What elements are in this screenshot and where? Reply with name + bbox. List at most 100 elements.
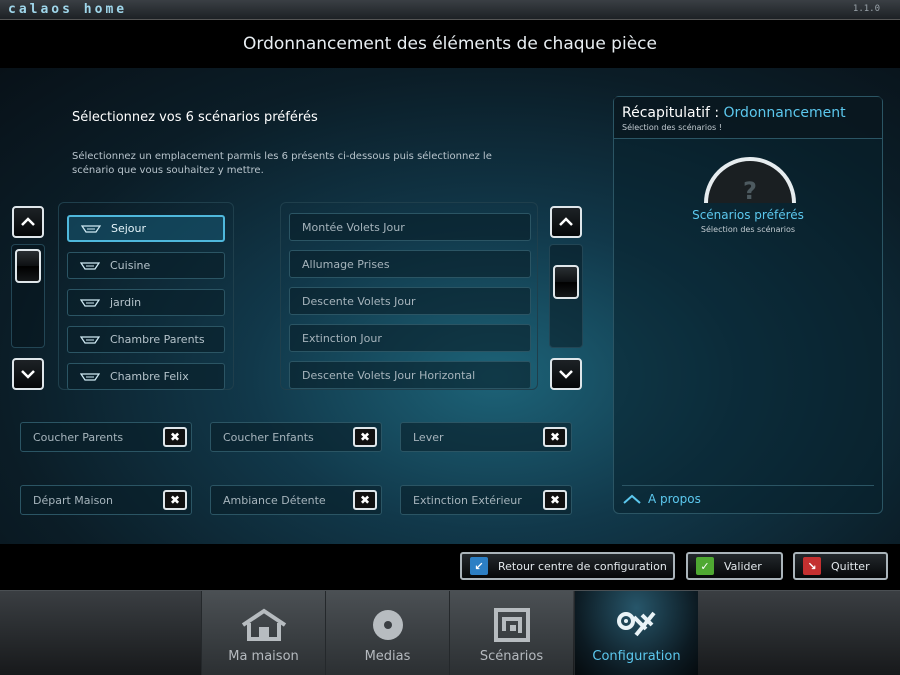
recap-panel: Récapitulatif : Ordonnancement Sélection… <box>613 96 883 514</box>
room-label: Cuisine <box>110 259 151 272</box>
back-label: Retour centre de configuration <box>498 559 667 573</box>
slot-label: Extinction Extérieur <box>413 493 522 507</box>
tab-label: Ma maison <box>228 649 299 664</box>
favorite-slot-3[interactable]: Lever ✖ <box>400 422 572 452</box>
question-mark: ? <box>743 177 757 203</box>
scenarios-scroll-up-button[interactable] <box>550 206 582 238</box>
tab-label: Configuration <box>592 649 681 664</box>
close-icon: ✖ <box>359 430 371 444</box>
recap-sublabel: Sélection des scénarios <box>700 225 796 234</box>
chevron-up-icon <box>21 217 35 226</box>
configuration-icon <box>609 605 665 645</box>
instructions-text: Sélectionnez un emplacement parmis les 6… <box>72 151 492 176</box>
chevron-down-icon <box>21 370 35 379</box>
recap-subtitle: Sélection des scénarios ! <box>622 123 722 132</box>
slot-label: Lever <box>413 430 444 444</box>
section-heading: Sélectionnez vos 6 scénarios préférés <box>72 110 318 125</box>
tab-configuration[interactable]: Configuration <box>574 591 698 675</box>
close-icon: ✖ <box>169 493 181 507</box>
remove-button[interactable]: ✖ <box>543 490 567 510</box>
remove-button[interactable]: ✖ <box>353 490 377 510</box>
rooms-scrollbar-track[interactable] <box>11 244 45 348</box>
app-version: 1.1.0 <box>852 4 880 14</box>
arrow-back-icon: ↙ <box>470 557 488 575</box>
about-label: A propos <box>648 491 701 506</box>
disc-icon <box>360 605 416 645</box>
question-gauge-icon: ? <box>704 157 796 203</box>
scenarios-scroll-down-button[interactable] <box>550 358 582 390</box>
room-icon <box>81 224 101 233</box>
top-bar: calaos home 1.1.0 <box>0 0 900 20</box>
rooms-scroll-up-button[interactable] <box>12 206 44 238</box>
scenario-list: Montée Volets Jour Allumage Prises Desce… <box>280 202 538 390</box>
main-panel: Sélectionnez vos 6 scénarios préférés Sé… <box>0 68 900 544</box>
scenario-icon <box>484 605 540 645</box>
recap-title-prefix: Récapitulatif : <box>622 105 720 121</box>
close-icon: ✖ <box>169 430 181 444</box>
chevron-down-icon <box>559 370 573 379</box>
room-item-jardin[interactable]: jardin <box>67 289 225 316</box>
room-list: Sejour Cuisine jardin Chambre Parents Ch… <box>58 202 234 390</box>
recap-label: Scénarios préférés <box>692 208 804 222</box>
favorite-slot-4[interactable]: Départ Maison ✖ <box>20 485 192 515</box>
tab-label: Scénarios <box>479 649 544 664</box>
tab-medias[interactable]: Medias <box>325 591 449 675</box>
app-logo: calaos home <box>8 2 128 17</box>
recap-title: Récapitulatif : Ordonnancement <box>622 105 846 121</box>
page-title: Ordonnancement des éléments de chaque pi… <box>243 34 657 54</box>
scenario-item[interactable]: Extinction Jour <box>289 324 531 352</box>
favorite-slot-1[interactable]: Coucher Parents ✖ <box>20 422 192 452</box>
slot-label: Ambiance Détente <box>223 493 326 507</box>
slot-label: Départ Maison <box>33 493 114 507</box>
room-item-sejour[interactable]: Sejour <box>67 215 225 242</box>
room-item-chambre-parents[interactable]: Chambre Parents <box>67 326 225 353</box>
scenarios-scrollbar-thumb[interactable] <box>553 265 579 299</box>
room-icon <box>80 261 100 270</box>
room-label: Chambre Parents <box>110 333 205 346</box>
scenario-item[interactable]: Descente Volets Jour Horizontal <box>289 361 531 389</box>
scenario-item[interactable]: Descente Volets Jour <box>289 287 531 315</box>
remove-button[interactable]: ✖ <box>543 427 567 447</box>
remove-button[interactable]: ✖ <box>163 490 187 510</box>
action-bar: ↙ Retour centre de configuration ✓ Valid… <box>0 544 900 590</box>
validate-button[interactable]: ✓ Valider <box>686 552 783 580</box>
remove-button[interactable]: ✖ <box>163 427 187 447</box>
close-icon: ✖ <box>549 493 561 507</box>
scenarios-scrollbar-track[interactable] <box>549 244 583 348</box>
house-icon <box>236 605 292 645</box>
room-label: Chambre Felix <box>110 370 189 383</box>
room-label: Sejour <box>111 222 147 235</box>
slot-label: Coucher Parents <box>33 430 124 444</box>
close-icon: ✖ <box>359 493 371 507</box>
tab-label: Medias <box>364 649 411 664</box>
close-icon: ✖ <box>549 430 561 444</box>
room-icon <box>80 298 100 307</box>
favorite-slot-6[interactable]: Extinction Extérieur ✖ <box>400 485 572 515</box>
room-icon <box>80 335 100 344</box>
quit-button[interactable]: ↘ Quitter <box>793 552 888 580</box>
check-icon: ✓ <box>696 557 714 575</box>
scenario-item[interactable]: Montée Volets Jour <box>289 213 531 241</box>
recap-title-highlight: Ordonnancement <box>723 105 846 121</box>
bottom-nav: Ma maison Medias Scénarios Configuration <box>0 590 900 675</box>
remove-button[interactable]: ✖ <box>353 427 377 447</box>
chevron-up-icon <box>623 494 641 504</box>
tab-scenarios[interactable]: Scénarios <box>449 591 573 675</box>
favorite-slot-2[interactable]: Coucher Enfants ✖ <box>210 422 382 452</box>
scenario-item[interactable]: Allumage Prises <box>289 250 531 278</box>
rooms-scroll-down-button[interactable] <box>12 358 44 390</box>
rooms-scrollbar-thumb[interactable] <box>15 249 41 283</box>
favorite-slot-5[interactable]: Ambiance Détente ✖ <box>210 485 382 515</box>
room-item-chambre-felix[interactable]: Chambre Felix <box>67 363 225 390</box>
tab-ma-maison[interactable]: Ma maison <box>201 591 325 675</box>
room-icon <box>80 372 100 381</box>
back-to-config-button[interactable]: ↙ Retour centre de configuration <box>460 552 675 580</box>
about-link[interactable]: A propos <box>622 485 874 511</box>
room-label: jardin <box>110 296 142 309</box>
quit-label: Quitter <box>831 559 870 573</box>
room-item-cuisine[interactable]: Cuisine <box>67 252 225 279</box>
recap-header: Récapitulatif : Ordonnancement Sélection… <box>614 97 882 139</box>
title-bar: Ordonnancement des éléments de chaque pi… <box>0 20 900 68</box>
quit-icon: ↘ <box>803 557 821 575</box>
chevron-up-icon <box>559 217 573 226</box>
